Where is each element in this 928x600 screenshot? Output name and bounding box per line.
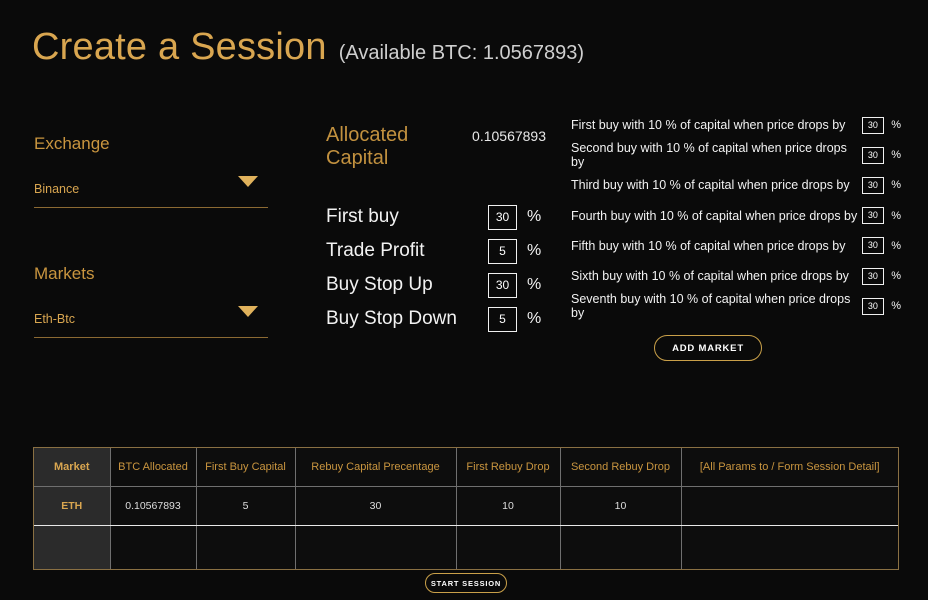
rebuy-drop-input-1[interactable]: 30 <box>861 116 885 134</box>
chevron-down-icon <box>238 176 258 187</box>
rebuy-rule-text: Second buy with 10 % of capital when pri… <box>571 141 847 170</box>
buy-stop-up-row: Buy Stop Up 30 % <box>326 268 546 302</box>
rebuy-rule-row: Third buy with 10 % of capital when pric… <box>571 170 901 200</box>
percent-symbol: % <box>891 300 901 313</box>
buy-stop-up-input[interactable]: 30 <box>488 272 517 298</box>
cell-first-rebuy-drop <box>456 525 561 569</box>
exchange-label: Exchange <box>34 134 110 153</box>
percent-symbol: % <box>891 270 901 283</box>
table-header-rebuy-capital-percentage: Rebuy Capital Precentage <box>295 448 457 487</box>
allocated-capital-row: Allocated Capital 0.10567893 <box>326 124 546 170</box>
percent-symbol: % <box>891 119 901 132</box>
table-header-all-params: [All Params to / Form Session Detail] <box>681 448 898 487</box>
table-header-btc-allocated: BTC Allocated <box>110 448 197 487</box>
rebuy-drop-input-6[interactable]: 30 <box>861 267 885 285</box>
trade-profit-label: Trade Profit <box>326 240 425 261</box>
cell-all-params <box>681 525 898 569</box>
percent-symbol: % <box>891 209 901 222</box>
rebuy-rule-row: Second buy with 10 % of capital when pri… <box>571 140 901 170</box>
trade-profit-row: Trade Profit 5 % <box>326 234 546 268</box>
markets-select[interactable]: Eth-Btc <box>34 306 268 338</box>
rebuy-drop-input-5[interactable]: 30 <box>861 237 885 255</box>
rebuy-rule-row: First buy with 10 % of capital when pric… <box>571 110 901 140</box>
rebuy-drop-input-2[interactable]: 30 <box>861 146 885 164</box>
percent-symbol: % <box>891 179 901 192</box>
rebuy-drop-input-3[interactable]: 30 <box>861 176 885 194</box>
table-row[interactable]: ETH 0.10567893 5 30 10 10 <box>34 486 898 526</box>
rebuy-rule-text: Seventh buy with 10 % of capital when pr… <box>571 292 851 321</box>
create-session-page: Create a Session (Available BTC: 1.05678… <box>0 0 928 600</box>
markets-label: Markets <box>34 264 95 283</box>
table-header-market: Market <box>34 448 111 487</box>
table-header-first-rebuy-drop: First Rebuy Drop <box>456 448 561 487</box>
rebuy-rule-text: Third buy with 10 % of capital when pric… <box>571 178 850 193</box>
buy-stop-down-input[interactable]: 5 <box>488 306 517 332</box>
cell-all-params <box>681 486 898 526</box>
rebuy-rule-row: Fifth buy with 10 % of capital when pric… <box>571 231 901 261</box>
rebuy-rule-text: First buy with 10 % of capital when pric… <box>571 118 846 133</box>
first-buy-label: First buy <box>326 206 399 227</box>
allocated-capital-panel: Allocated Capital 0.10567893 First buy 3… <box>326 124 546 336</box>
page-header: Create a Session (Available BTC: 1.05678… <box>32 28 584 66</box>
rebuy-rule-text: Fifth buy with 10 % of capital when pric… <box>571 238 846 253</box>
trade-profit-input[interactable]: 5 <box>488 238 517 264</box>
rebuy-rule-text: Sixth buy with 10 % of capital when pric… <box>571 269 849 284</box>
buy-stop-up-label: Buy Stop Up <box>326 274 433 295</box>
table-header-first-buy-capital: First Buy Capital <box>196 448 296 487</box>
rebuy-rule-text: Fourth buy with 10 % of capital when pri… <box>571 208 858 223</box>
exchange-select[interactable]: Binance <box>34 176 268 208</box>
buy-stop-down-row: Buy Stop Down 5 % <box>326 302 546 336</box>
cell-first-rebuy-drop: 10 <box>456 486 561 526</box>
percent-symbol: % <box>527 242 542 259</box>
page-title: Create a Session <box>32 26 327 68</box>
allocated-capital-value: 0.10567893 <box>472 128 546 144</box>
cell-first-buy-capital <box>196 525 296 569</box>
buy-stop-down-label: Buy Stop Down <box>326 308 457 329</box>
percent-symbol: % <box>527 208 542 225</box>
start-session-button[interactable]: START SESSION <box>425 573 507 593</box>
cell-market: ETH <box>34 486 111 526</box>
table-header-second-rebuy-drop: Second Rebuy Drop <box>560 448 682 487</box>
rebuy-rule-row: Seventh buy with 10 % of capital when pr… <box>571 291 901 321</box>
rebuy-drop-input-7[interactable]: 30 <box>861 297 885 315</box>
cell-second-rebuy-drop: 10 <box>560 486 682 526</box>
cell-rebuy-capital-percentage <box>295 525 457 569</box>
rebuy-rule-row: Sixth buy with 10 % of capital when pric… <box>571 261 901 291</box>
exchange-market-panel: Exchange Binance Markets Eth-Btc <box>34 134 268 368</box>
markets-selected-value: Eth-Btc <box>34 312 75 326</box>
available-btc-label: (Available BTC: 1.0567893) <box>338 42 585 64</box>
rebuy-rules-panel: First buy with 10 % of capital when pric… <box>571 110 901 321</box>
add-market-button[interactable]: ADD MARKET <box>654 335 762 361</box>
percent-symbol: % <box>527 276 542 293</box>
table-header-row: Market BTC Allocated First Buy Capital R… <box>34 448 898 487</box>
exchange-selected-value: Binance <box>34 182 80 196</box>
first-buy-row: First buy 30 % <box>326 200 546 234</box>
percent-symbol: % <box>891 239 901 252</box>
percent-symbol: % <box>891 149 901 162</box>
cell-first-buy-capital: 5 <box>196 486 296 526</box>
rebuy-drop-input-4[interactable]: 30 <box>861 207 885 225</box>
first-buy-input[interactable]: 30 <box>488 204 517 230</box>
rebuy-rule-row: Fourth buy with 10 % of capital when pri… <box>571 201 901 231</box>
markets-table: Market BTC Allocated First Buy Capital R… <box>33 447 899 570</box>
allocated-capital-label: Allocated Capital <box>326 124 409 169</box>
percent-symbol: % <box>527 310 542 327</box>
cell-btc-allocated <box>110 525 197 569</box>
cell-btc-allocated: 0.10567893 <box>110 486 197 526</box>
cell-second-rebuy-drop <box>560 525 682 569</box>
table-row[interactable] <box>34 525 898 569</box>
cell-rebuy-capital-percentage: 30 <box>295 486 457 526</box>
chevron-down-icon <box>238 306 258 317</box>
cell-market <box>34 525 111 569</box>
